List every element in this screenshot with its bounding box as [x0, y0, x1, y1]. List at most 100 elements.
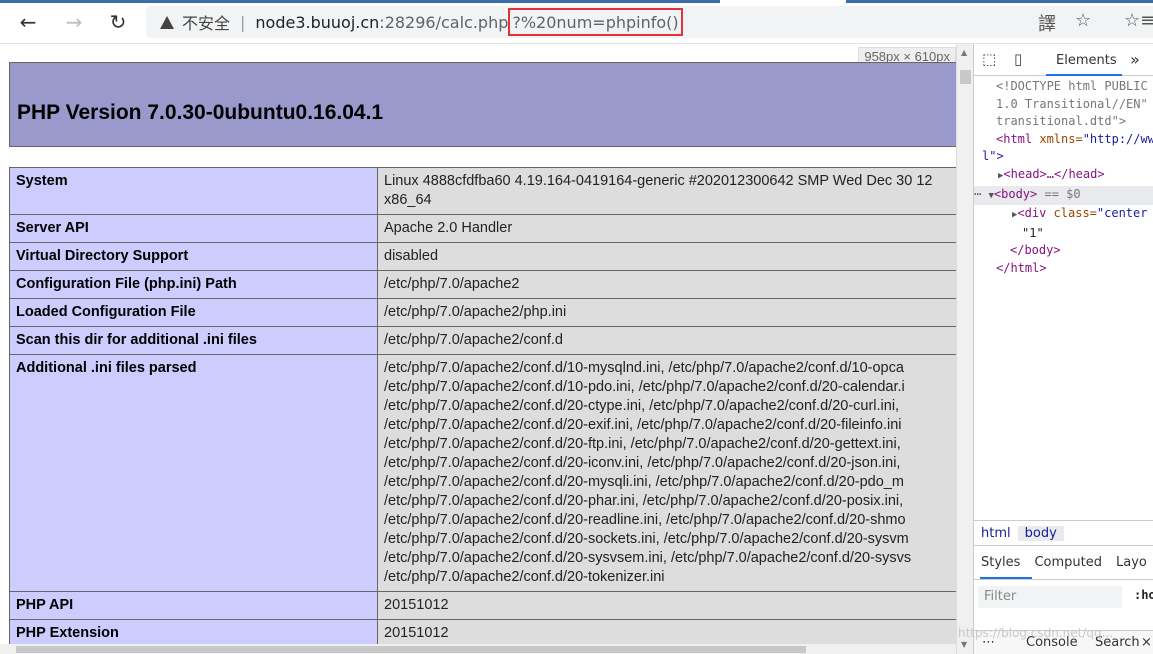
attr-value: "http://ww: [1082, 131, 1153, 146]
active-tab-indicator: [980, 577, 1032, 579]
styles-tabbar: Styles Computed Layo: [974, 546, 1153, 580]
row-value: /etc/php/7.0/apache2/conf.d: [377, 326, 956, 355]
dom-node-html[interactable]: <html xmlns="http://ww: [974, 131, 1153, 149]
doctype-text: 1.0 Transitional//EN": [996, 96, 1148, 111]
tag-name: </body>: [1010, 243, 1061, 258]
ini-line: /etc/php/7.0/apache2/conf.d/20-sysvsem.i…: [384, 550, 912, 566]
page-viewport: 958px × 610px PHP Version 7.0.30-0ubuntu…: [0, 44, 956, 654]
row-key: Virtual Directory Support: [9, 242, 378, 271]
reload-icon[interactable]: ↻: [104, 8, 132, 36]
breadcrumb: html body: [974, 520, 1153, 546]
star-icon[interactable]: ☆: [1075, 10, 1091, 31]
phpinfo-header: PHP Version 7.0.30-0ubuntu0.16.04.1: [9, 62, 956, 147]
dom-node-head[interactable]: ▶<head>…</head>: [974, 166, 1153, 186]
url-separator: |: [240, 12, 246, 32]
ini-line: /etc/php/7.0/apache2/conf.d/20-readline.…: [384, 512, 906, 528]
ini-line: /etc/php/7.0/apache2/conf.d/20-sockets.i…: [384, 531, 909, 547]
devtools-panel: ⬚ ▯ Elements » <!DOCTYPE html PUBLIC 1.0…: [973, 44, 1153, 654]
watermark: https://blog.csdn.net/qq...: [958, 626, 1114, 640]
dom-node[interactable]: 1.0 Transitional//EN": [974, 96, 1153, 114]
browser-toolbar: ← → ↻ 不安全 | node3.buuoj.cn:28296/calc.ph…: [0, 0, 1153, 44]
dom-node-body[interactable]: ⋯ ▼<body> == $0: [974, 185, 1153, 206]
translate-icon[interactable]: 譯: [1038, 10, 1056, 36]
hover-state-toggle[interactable]: :ho: [1134, 588, 1153, 602]
tab-computed[interactable]: Computed: [1027, 555, 1109, 570]
warning-icon[interactable]: [160, 15, 174, 29]
row-value-line: Linux 4888cfdfba60 4.19.164-0419164-gene…: [384, 173, 933, 189]
device-toolbar-icon[interactable]: ▯: [1014, 50, 1022, 68]
scrollbar-thumb[interactable]: [960, 70, 971, 84]
row-value: disabled: [377, 242, 956, 271]
devtools-tabbar: ⬚ ▯ Elements »: [974, 44, 1153, 76]
url-host[interactable]: node3.buuoj.cn: [255, 13, 379, 32]
favorites-list-icon[interactable]: ☆≡: [1124, 10, 1153, 31]
ini-line: /etc/php/7.0/apache2/conf.d/20-tokenizer…: [384, 569, 665, 585]
active-tab-indicator: [1046, 74, 1122, 76]
dom-text-node[interactable]: "1": [974, 225, 1153, 243]
ini-line: /etc/php/7.0/apache2/conf.d/20-exif.ini,…: [384, 417, 902, 433]
horizontal-scrollbar[interactable]: [0, 644, 956, 654]
tag-name: <div: [1017, 206, 1047, 221]
ini-line: /etc/php/7.0/apache2/conf.d/20-ftp.ini, …: [384, 436, 901, 452]
dom-node[interactable]: l">: [974, 148, 1153, 166]
dom-node[interactable]: transitional.dtd">: [974, 113, 1153, 131]
ini-line: /etc/php/7.0/apache2/conf.d/20-iconv.ini…: [384, 455, 901, 471]
row-value: /etc/php/7.0/apache2: [377, 270, 956, 299]
text-node: "1": [1022, 225, 1044, 240]
address-bar[interactable]: 不安全 | node3.buuoj.cn:28296/calc.php ?%20n…: [146, 6, 1153, 38]
ini-line: /etc/php/7.0/apache2/conf.d/20-ctype.ini…: [384, 398, 900, 414]
attr-name: class=: [1046, 206, 1097, 221]
ini-line: /etc/php/7.0/apache2/conf.d/10-mysqlnd.i…: [384, 360, 904, 376]
tab-elements[interactable]: Elements: [1056, 53, 1117, 68]
crumb-body[interactable]: body: [1017, 525, 1064, 541]
tab-styles[interactable]: Styles: [974, 555, 1027, 570]
tab-strip-edge: [0, 0, 720, 3]
row-key: Loaded Configuration File: [9, 298, 378, 327]
table-row: Configuration File (php.ini) Path /etc/p…: [9, 270, 956, 299]
attr-name: xmlns=: [1032, 131, 1083, 146]
table-row: Scan this dir for additional .ini files …: [9, 326, 956, 355]
row-key: Additional .ini files parsed: [9, 354, 378, 592]
tab-strip-edge-right: [846, 0, 1153, 3]
tab-layout[interactable]: Layo: [1109, 555, 1153, 570]
table-row: Loaded Configuration File /etc/php/7.0/a…: [9, 298, 956, 327]
dom-node[interactable]: </html>: [974, 260, 1153, 278]
row-value: 20151012: [377, 591, 956, 620]
tag-name: <body>: [993, 186, 1038, 201]
row-key: Scan this dir for additional .ini files: [9, 326, 378, 355]
dom-tree[interactable]: <!DOCTYPE html PUBLIC 1.0 Transitional//…: [974, 76, 1153, 278]
vertical-scrollbar[interactable]: ▲ ▼: [956, 44, 973, 654]
table-row: Additional .ini files parsed /etc/php/7.…: [9, 354, 956, 592]
tag-name: </html>: [996, 260, 1047, 275]
row-value: Apache 2.0 Handler: [377, 214, 956, 243]
filter-input[interactable]: Filter: [978, 586, 1122, 608]
table-row: Server API Apache 2.0 Handler: [9, 214, 956, 243]
more-tabs-icon[interactable]: »: [1130, 50, 1140, 69]
url-query-highlight[interactable]: ?%20num=phpinfo(): [508, 8, 683, 36]
ini-files-value: /etc/php/7.0/apache2/conf.d/10-mysqlnd.i…: [377, 354, 956, 592]
dom-node[interactable]: <!DOCTYPE html PUBLIC: [974, 78, 1153, 96]
node-actions-icon[interactable]: ⋯: [974, 187, 981, 201]
security-label[interactable]: 不安全: [182, 10, 230, 34]
row-value: /etc/php/7.0/apache2/php.ini: [377, 298, 956, 327]
scrollbar-thumb[interactable]: [16, 646, 806, 653]
crumb-html[interactable]: html: [974, 526, 1018, 541]
inspect-element-icon[interactable]: ⬚: [982, 50, 996, 68]
back-arrow-icon[interactable]: ←: [14, 8, 42, 36]
doctype-text: transitional.dtd">: [996, 114, 1127, 129]
ini-line: /etc/php/7.0/apache2/conf.d/20-phar.ini,…: [384, 493, 904, 509]
scroll-up-icon[interactable]: ▲: [961, 48, 967, 57]
url-path[interactable]: :28296/calc.php: [379, 13, 508, 32]
row-key: Server API: [9, 214, 378, 243]
row-key: System: [9, 167, 378, 215]
dom-node-div[interactable]: ▶<div class="center: [974, 205, 1153, 225]
dom-node[interactable]: </body>: [974, 242, 1153, 260]
scroll-down-icon[interactable]: ▼: [961, 640, 967, 649]
phpinfo-table: System Linux 4888cfdfba60 4.19.164-04191…: [9, 167, 956, 648]
ini-line: /etc/php/7.0/apache2/conf.d/10-pdo.ini, …: [384, 379, 905, 395]
close-icon[interactable]: ×: [1141, 635, 1152, 650]
php-version-title: PHP Version 7.0.30-0ubuntu0.16.04.1: [17, 101, 384, 124]
forward-arrow-icon[interactable]: →: [60, 8, 88, 36]
row-value-line: x86_64: [384, 192, 432, 208]
selected-marker: == $0: [1037, 186, 1081, 201]
